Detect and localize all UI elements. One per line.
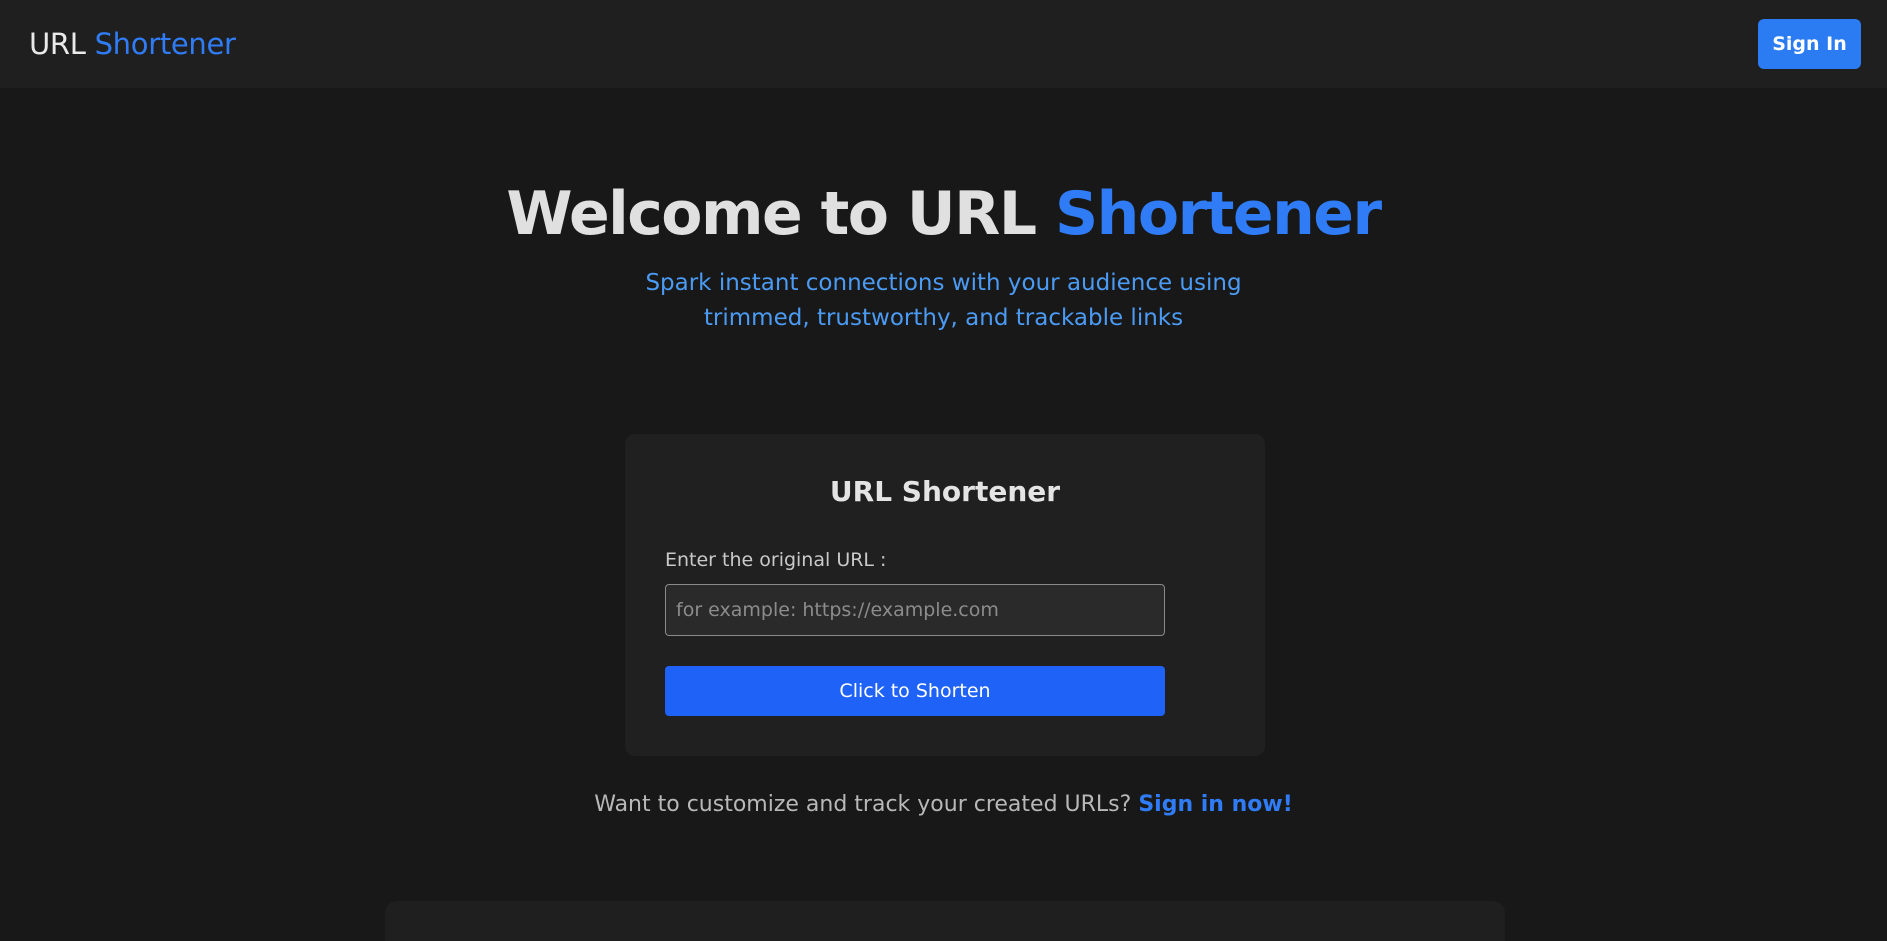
original-url-input[interactable] (665, 584, 1165, 636)
hero-title-accent: Shortener (1054, 179, 1382, 249)
card-title: URL Shortener (829, 475, 1061, 508)
signin-prompt-text: Want to customize and track your created… (594, 792, 1132, 817)
hero-subtitle-line-1: Spark instant connections with your audi… (645, 270, 1242, 296)
shorten-button[interactable]: Click to Shorten (665, 666, 1165, 716)
hero-subtitle-line-2: trimmed, trustworthy, and trackable link… (703, 305, 1184, 331)
brand-logo[interactable]: URL Shortener (29, 27, 236, 61)
hero-subtitle: Spark instant connections with your audi… (0, 266, 1887, 336)
sign-in-button[interactable]: Sign In (1758, 19, 1861, 69)
signin-prompt: Want to customize and track your created… (0, 790, 1887, 820)
bottom-panel (385, 901, 1505, 941)
navbar: URL Shortener Sign In (0, 0, 1887, 88)
hero-title-prefix: Welcome to URL (506, 179, 1037, 249)
brand-prefix: URL (29, 27, 86, 61)
sign-in-now-link[interactable]: Sign in now! (1138, 792, 1292, 817)
brand-accent: Shortener (94, 27, 236, 61)
url-field-label: Enter the original URL : (665, 549, 887, 571)
hero-title: Welcome to URL Shortener (0, 176, 1887, 252)
